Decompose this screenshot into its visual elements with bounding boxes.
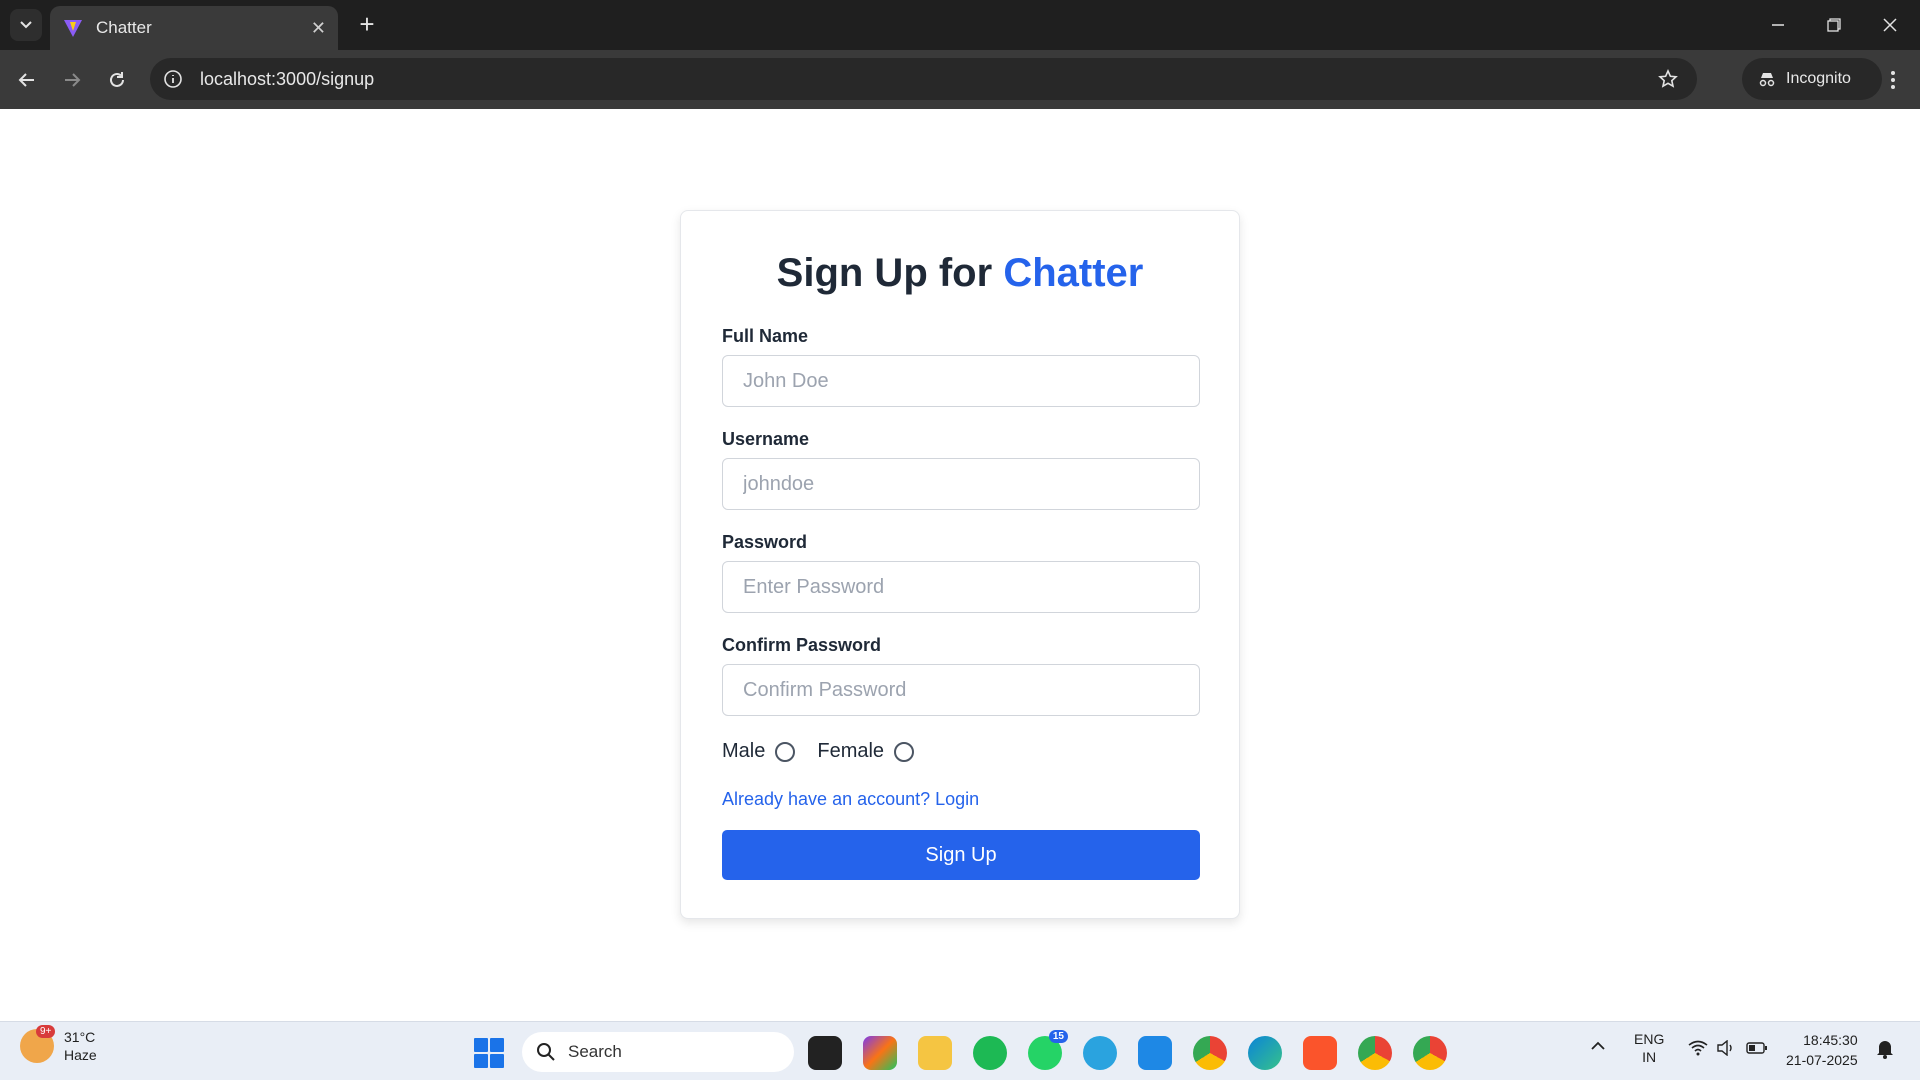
edge-icon[interactable] (1248, 1036, 1282, 1070)
windows-start-icon[interactable] (474, 1038, 504, 1068)
chrome-active-icon[interactable] (1358, 1036, 1392, 1070)
system-clock[interactable]: 18:45:30 21-07-2025 (1786, 1030, 1858, 1070)
confirm-password-label: Confirm Password (722, 635, 882, 655)
chrome-icon[interactable] (1413, 1036, 1447, 1070)
password-field: Password (722, 532, 1200, 613)
weather-badge: 9+ (36, 1025, 56, 1038)
language-top: ENG (1634, 1031, 1665, 1047)
new-tab-button[interactable]: + (352, 10, 382, 40)
file-explorer-icon[interactable] (918, 1036, 952, 1070)
window-close-icon[interactable] (1870, 8, 1910, 42)
copilot-icon[interactable] (863, 1036, 897, 1070)
vite-logo-icon (64, 20, 82, 37)
female-label: Female (817, 740, 885, 762)
confirm-password-input[interactable] (722, 664, 1200, 716)
sign-up-button[interactable]: Sign Up (722, 830, 1200, 880)
male-label: Male (722, 740, 766, 762)
weather-sun-icon: 9+ (20, 1025, 56, 1063)
page-title: Sign Up for Chatter (722, 251, 1198, 296)
search-icon (537, 1043, 555, 1061)
battery-icon[interactable] (1746, 1041, 1768, 1059)
url-text: localhost:3000/signup (200, 68, 375, 89)
password-label: Password (722, 532, 808, 552)
full-name-input[interactable] (722, 355, 1200, 407)
vscode-icon[interactable] (1138, 1036, 1172, 1070)
signup-card: Sign Up for Chatter Full Name Username P… (680, 210, 1240, 919)
clock-date: 21-07-2025 (1786, 1052, 1858, 1068)
forward-arrow-icon[interactable] (55, 63, 89, 97)
browser-toolbar: localhost:3000/signup Incognito (0, 50, 1920, 109)
reload-icon[interactable] (100, 63, 134, 97)
page-content: Sign Up for Chatter Full Name Username P… (0, 109, 1920, 1021)
notification-bell-icon[interactable] (1876, 1039, 1894, 1063)
login-link[interactable]: Already have an account? Login (722, 789, 1198, 810)
female-radio[interactable] (894, 741, 915, 762)
search-label: Search (568, 1042, 622, 1061)
brave-icon[interactable] (1303, 1036, 1337, 1070)
title-prefix: Sign Up for (776, 251, 993, 295)
telegram-icon[interactable] (1083, 1036, 1117, 1070)
back-arrow-icon[interactable] (10, 63, 44, 97)
username-field: Username (722, 429, 1200, 510)
minimize-icon[interactable] (1758, 8, 1798, 42)
bookmark-star-icon[interactable] (1653, 64, 1683, 94)
clock-time: 18:45:30 (1803, 1032, 1858, 1048)
tab-title: Chatter (96, 18, 152, 37)
username-label: Username (722, 429, 810, 449)
task-view-icon[interactable] (808, 1036, 842, 1070)
username-input[interactable] (722, 458, 1200, 510)
chevron-up-icon[interactable] (1590, 1038, 1606, 1058)
temperature: 31°C (64, 1029, 96, 1045)
brand-name: Chatter (1003, 251, 1144, 295)
tab-chatter[interactable]: Chatter ✕ (50, 6, 338, 50)
whatsapp-badge: 15 (1048, 1030, 1068, 1043)
volume-icon[interactable] (1716, 1039, 1736, 1060)
whatsapp-icon[interactable]: 15 (1028, 1030, 1068, 1070)
wifi-icon[interactable] (1688, 1040, 1708, 1060)
taskbar-search[interactable]: Search (522, 1032, 794, 1072)
restore-icon[interactable] (1814, 8, 1854, 42)
close-icon[interactable]: ✕ (311, 18, 326, 39)
spotify-icon[interactable] (973, 1036, 1007, 1070)
incognito-icon (1759, 73, 1775, 87)
chrome-profile-icon[interactable] (1193, 1036, 1227, 1070)
tab-search-button[interactable] (10, 9, 42, 41)
address-bar[interactable]: localhost:3000/signup (150, 58, 1697, 100)
language-bottom: IN (1642, 1049, 1657, 1065)
taskbar: 9+ 31°C Haze Search 15 ENG IN 18:45:30 2… (0, 1021, 1920, 1080)
confirm-password-field: Confirm Password (722, 635, 1200, 716)
site-info-icon[interactable] (162, 68, 184, 90)
incognito-label: Incognito (1786, 70, 1851, 87)
browser-tab-strip: Chatter ✕ + (0, 0, 1920, 50)
male-radio[interactable] (775, 741, 796, 762)
more-menu-icon[interactable] (1878, 63, 1908, 97)
full-name-label: Full Name (722, 326, 809, 346)
weather-widget[interactable]: 9+ 31°C Haze (20, 1025, 97, 1064)
weather-condition: Haze (64, 1047, 97, 1063)
language-indicator[interactable]: ENG IN (1634, 1030, 1664, 1066)
chevron-down-icon (20, 21, 32, 29)
incognito-indicator[interactable]: Incognito (1742, 58, 1882, 100)
full-name-field: Full Name (722, 326, 1200, 407)
password-input[interactable] (722, 561, 1200, 613)
gender-options: Male Female (722, 740, 1198, 763)
